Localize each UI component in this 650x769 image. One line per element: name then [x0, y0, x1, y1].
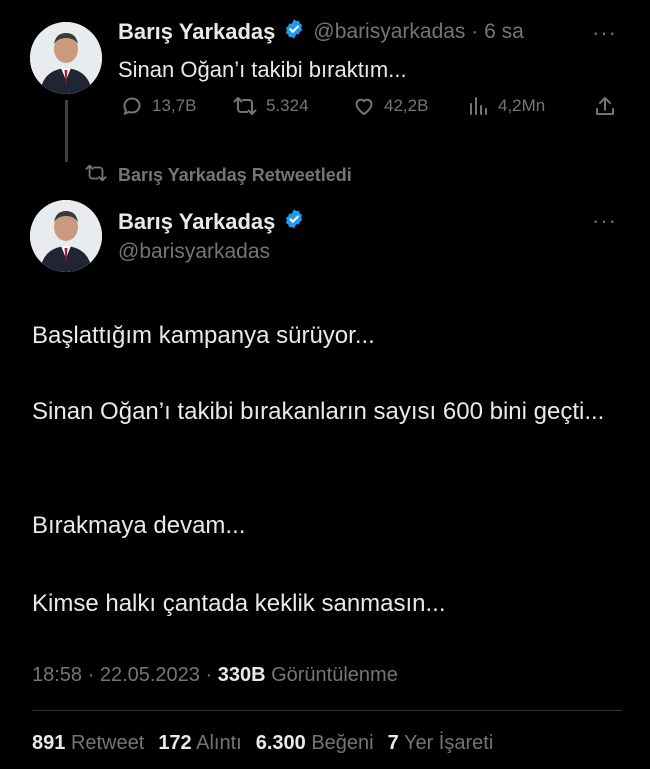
stat-quotes[interactable]: 172 Alıntı	[158, 732, 245, 755]
heart-icon	[352, 94, 376, 118]
engagement-stats: 891 Retweet 172 Alıntı 6.300 Beğeni 7 Ye…	[32, 732, 497, 755]
retweet-count: 5.324	[266, 96, 309, 115]
share-icon	[594, 94, 616, 118]
thread-line	[65, 100, 68, 162]
tweet-timestamp[interactable]: 18:58 · 22.05.2023 ·	[32, 664, 218, 686]
tweet-paragraph: Kimse halkı çantada keklik sanmasın...	[32, 590, 446, 617]
stat-bookmarks[interactable]: 7 Yer İşareti	[388, 732, 498, 755]
divider	[32, 710, 622, 711]
views-label: Görüntülenme	[271, 664, 398, 686]
tweet-paragraph: Sinan Oğan’ı takibi bırakanların sayısı …	[32, 398, 605, 425]
tweet-paragraph: Başlattığım kampanya sürüyor...	[32, 322, 375, 349]
retweet-banner[interactable]: Barış Yarkadaş Retweetledi	[84, 162, 352, 189]
like-count: 42,2B	[384, 96, 429, 115]
retweet-button[interactable]: 5.324	[232, 94, 309, 118]
like-button[interactable]: 42,2B	[352, 94, 428, 118]
reply-icon	[120, 94, 144, 118]
handle-and-time[interactable]: @barisyarkadas · 6 sa	[313, 20, 523, 44]
more-icon[interactable]: ···	[592, 208, 617, 234]
verified-badge-icon	[283, 18, 305, 45]
reply-count: 13,7B	[152, 96, 197, 115]
retweet-banner-label: Barış Yarkadaş Retweetledi	[118, 165, 352, 185]
share-button[interactable]	[594, 94, 616, 118]
views-count: 330B	[217, 664, 266, 686]
views-button[interactable]: 4,2Mn	[468, 94, 545, 118]
stat-retweets[interactable]: 891 Retweet	[32, 732, 148, 755]
reply-button[interactable]: 13,7B	[120, 94, 196, 118]
verified-badge-icon	[283, 208, 305, 235]
author-name[interactable]: Barış Yarkadaş	[118, 209, 275, 235]
stat-likes[interactable]: 6.300 Beğeni	[256, 732, 378, 755]
tweet-meta: 18:58 · 22.05.2023 · 330B Görüntülenme	[32, 664, 398, 687]
retweet-icon	[232, 94, 258, 118]
views-icon	[468, 94, 490, 118]
avatar[interactable]	[30, 22, 102, 94]
author-handle[interactable]: @barisyarkadas	[118, 240, 270, 264]
tweet-text: Sinan Oğan’ı takibi bıraktım...	[118, 57, 407, 82]
tweet-paragraph: Bırakmaya devam...	[32, 512, 246, 539]
more-icon[interactable]: ···	[592, 20, 617, 46]
avatar[interactable]	[30, 200, 102, 272]
retweet-icon	[84, 162, 108, 189]
views-count: 4,2Mn	[498, 96, 546, 115]
author-name[interactable]: Barış Yarkadaş	[118, 19, 275, 45]
